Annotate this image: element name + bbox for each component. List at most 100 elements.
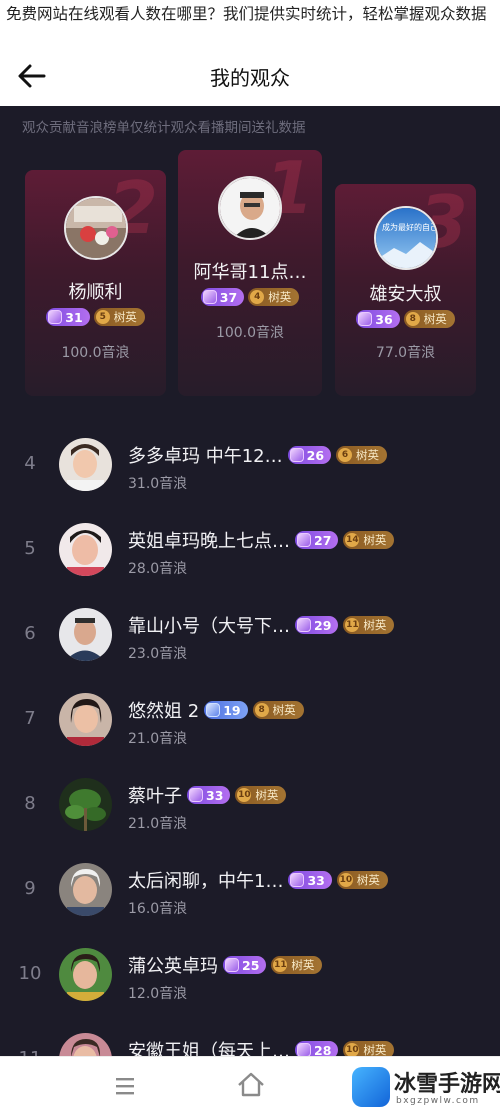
bottom-bar: 冰雪手游网 bxgzpwlw.com: [0, 1056, 500, 1115]
rank-number: 8: [24, 793, 36, 814]
list-item[interactable]: 8 蔡叶子 33 10 树英 21.0音浪: [0, 772, 500, 857]
page-title: 我的观众: [210, 66, 290, 90]
podium-name: 阿华哥11点…: [193, 262, 307, 283]
list-item[interactable]: 6 靠山小号（大号下… 29 11 树英 23.0音浪: [0, 602, 500, 687]
level-badge: 33: [187, 786, 231, 804]
app-header: 我的观众: [0, 48, 500, 106]
podium-rank-3[interactable]: 3 成为最好的自己 雄安大叔 36 8 树英 77.0音浪: [335, 184, 476, 396]
podium-rank-1[interactable]: 1 阿华哥11点… 37 4 树英 100.0音浪: [178, 150, 322, 396]
row-title-line: 太后闲聊，中午1… 33 10 树英: [128, 867, 492, 893]
gem-icon: [48, 310, 63, 324]
rank-number: 6: [24, 623, 36, 644]
badge-group: 36 8 树英: [335, 310, 476, 328]
fan-badge: 8 树英: [252, 701, 304, 719]
viewer-score: 16.0音浪: [128, 901, 188, 917]
list-item[interactable]: 11 安徽王姐（每天上… 28 10树英: [0, 1027, 500, 1056]
level-badge: 25: [223, 956, 267, 974]
heart-icon: 11: [345, 618, 360, 632]
fan-label: 树英: [113, 310, 137, 324]
row-title-line: 蔡叶子 33 10 树英: [128, 782, 492, 808]
home-button[interactable]: [234, 1069, 268, 1101]
row-title-line: 蒲公英卓玛 25 11 树英: [128, 952, 492, 978]
fan-label: 树英: [272, 703, 296, 717]
avatar: [63, 196, 128, 260]
row-title-line: 多多卓玛 中午12… 26 6 树英: [128, 442, 492, 468]
list-item[interactable]: 9 太后闲聊，中午1… 33 10 树英 16.0音浪: [0, 857, 500, 942]
fan-badge: 10 树英: [336, 871, 388, 889]
menu-button[interactable]: [110, 1073, 140, 1099]
level-badge: 31: [46, 308, 90, 326]
fan-badge: 14 树英: [343, 531, 395, 549]
level-value: 37: [219, 289, 238, 305]
level-badge: 33: [288, 871, 332, 889]
menu-icon: [116, 1078, 134, 1095]
fan-badge: 8 树英: [403, 310, 455, 328]
gem-icon: [289, 448, 304, 462]
row-title-line: 安徽王姐（每天上… 28 10 树英: [128, 1037, 492, 1056]
fan-badge: 11 树英: [343, 616, 395, 634]
viewer-name: 多多卓玛 中午12…: [128, 446, 283, 467]
podium-score: 77.0音浪: [375, 345, 436, 361]
fan-label: 树英: [255, 788, 279, 802]
viewer-name: 蔡叶子: [128, 786, 182, 807]
fan-badge: 6 树英: [336, 446, 388, 464]
watermark-logo-icon: [352, 1067, 390, 1107]
viewer-name: 安徽王姐（每天上…: [128, 1041, 290, 1056]
podium-name: 杨顺利: [68, 282, 123, 303]
level-badge: 37: [200, 288, 245, 306]
avatar-text: 成为最好的自己: [382, 222, 438, 232]
fan-badge: 5 树英: [93, 308, 145, 326]
row-title-line: 英姐卓玛晚上七点… 27 14 树英: [128, 527, 492, 553]
rank-number: 9: [24, 878, 36, 899]
badge-group: 37 4 树英: [178, 288, 322, 306]
heart-icon: 8: [405, 312, 420, 326]
audience-panel: 观众贡献音浪榜单仅统计观众看播期间送礼数据 2 杨顺利 31 5 树英 100.0…: [0, 106, 500, 1056]
fan-label: 树英: [423, 312, 447, 326]
rank-number: 7: [24, 708, 36, 729]
fan-label: 树英: [363, 618, 387, 632]
heart-icon: 11: [273, 958, 288, 972]
gem-icon: [297, 533, 311, 547]
image-caption: 免费网站在线观看人数在哪里？我们提供实时统计，轻松掌握观众数据: [0, 0, 500, 48]
avatar: [59, 948, 112, 1001]
fan-label: 树英: [363, 1043, 387, 1056]
rank-number: 10: [18, 963, 42, 984]
site-watermark: 冰雪手游网 bxgzpwlw.com: [352, 1061, 500, 1115]
badge-group: 31 5 树英: [25, 308, 166, 326]
list-item[interactable]: 7 悠然姐 2 19 8 树英 21.0音浪: [0, 687, 500, 772]
gem-icon: [225, 958, 239, 972]
viewer-name: 英姐卓玛晚上七点…: [128, 531, 290, 552]
home-icon: [238, 1072, 264, 1097]
viewer-score: 23.0音浪: [128, 646, 188, 662]
level-badge: 28: [295, 1041, 339, 1056]
heart-icon: 8: [254, 703, 269, 717]
podium-score: 100.0音浪: [215, 325, 285, 341]
level-badge: 36: [356, 310, 400, 328]
avatar: [59, 778, 112, 831]
list-item[interactable]: 5 英姐卓玛晚上七点… 27 14 树英 28.0音浪: [0, 517, 500, 602]
viewer-name: 蒲公英卓玛: [128, 956, 218, 977]
ranking-note: 观众贡献音浪榜单仅统计观众看播期间送礼数据: [22, 120, 306, 136]
viewer-name: 悠然姐 2: [128, 701, 200, 722]
rank-number: 11: [12, 1048, 48, 1056]
list-item[interactable]: 10 蒲公英卓玛 25 11 树英 12.0音浪: [0, 942, 500, 1027]
rank-number: 5: [24, 538, 36, 559]
fan-badge: 11 树英: [271, 956, 323, 974]
gem-icon: [358, 312, 373, 326]
list-item[interactable]: 4 多多卓玛 中午12… 26 6 树英 31.0音浪: [0, 432, 500, 517]
heart-icon: 10: [338, 873, 353, 887]
gem-icon: [290, 873, 305, 887]
heart-icon: 10: [237, 788, 252, 802]
gem-icon: [297, 618, 311, 632]
podium-score: 100.0音浪: [61, 345, 130, 361]
avatar: [59, 863, 112, 916]
fan-label: 树英: [363, 533, 387, 547]
heart-icon: 10: [345, 1043, 360, 1056]
fan-badge: 4 树英: [248, 288, 300, 306]
viewer-score: 31.0音浪: [128, 476, 188, 492]
level-badge: 29: [295, 616, 339, 634]
avatar: [59, 1033, 112, 1056]
level-badge: 27: [295, 531, 339, 549]
level-value: 25: [242, 957, 260, 973]
podium-rank-2[interactable]: 2 杨顺利 31 5 树英 100.0音浪: [25, 170, 166, 396]
